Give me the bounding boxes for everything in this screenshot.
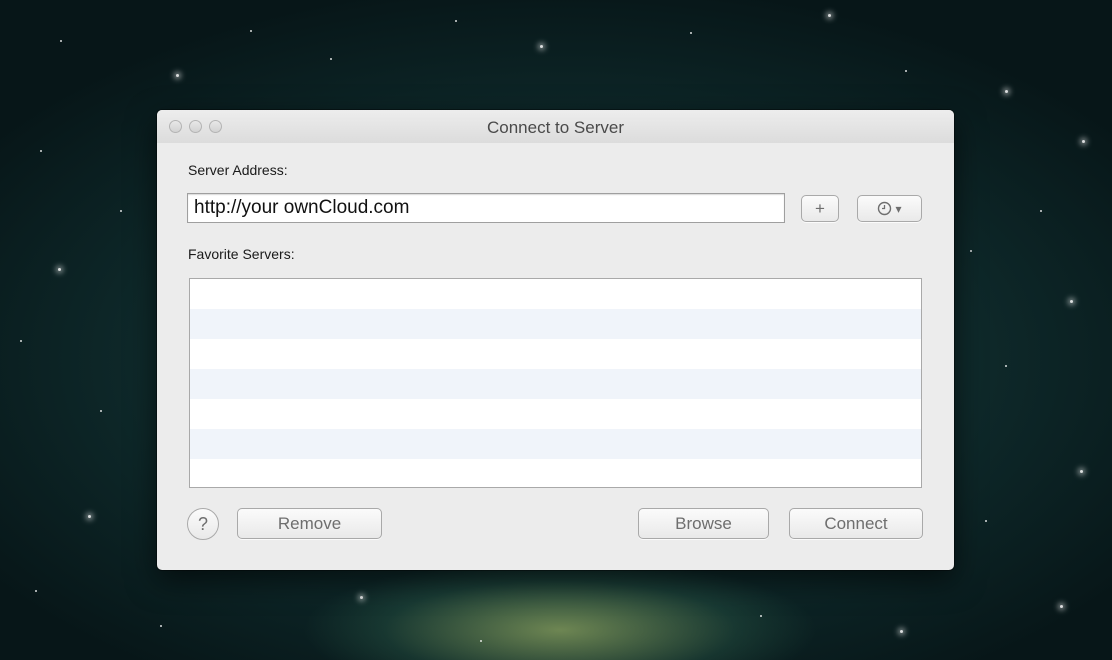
list-item[interactable] xyxy=(190,339,921,369)
add-favorite-button[interactable]: + xyxy=(801,195,839,222)
title-bar[interactable]: Connect to Server xyxy=(157,110,954,143)
favorite-servers-label: Favorite Servers: xyxy=(188,246,295,262)
favorite-servers-list[interactable] xyxy=(189,278,922,488)
browse-button[interactable]: Browse xyxy=(638,508,769,539)
list-item[interactable] xyxy=(190,369,921,399)
remove-button[interactable]: Remove xyxy=(237,508,382,539)
list-item[interactable] xyxy=(190,459,921,487)
plus-icon: + xyxy=(815,198,825,218)
list-item[interactable] xyxy=(190,429,921,459)
connect-button[interactable]: Connect xyxy=(789,508,923,539)
chevron-down-icon: ▾ xyxy=(895,201,902,216)
clock-icon xyxy=(877,201,892,216)
list-item[interactable] xyxy=(190,309,921,339)
server-address-input[interactable] xyxy=(187,193,785,223)
help-button[interactable]: ? xyxy=(187,508,219,540)
question-icon: ? xyxy=(197,513,208,534)
server-address-label: Server Address: xyxy=(188,162,288,178)
list-item[interactable] xyxy=(190,279,921,309)
window-title: Connect to Server xyxy=(486,118,624,137)
recent-servers-button[interactable]: ▾ xyxy=(857,195,922,222)
list-item[interactable] xyxy=(190,399,921,429)
connect-to-server-dialog: Connect to Server Server Address: + ▾ Fa… xyxy=(157,110,954,570)
